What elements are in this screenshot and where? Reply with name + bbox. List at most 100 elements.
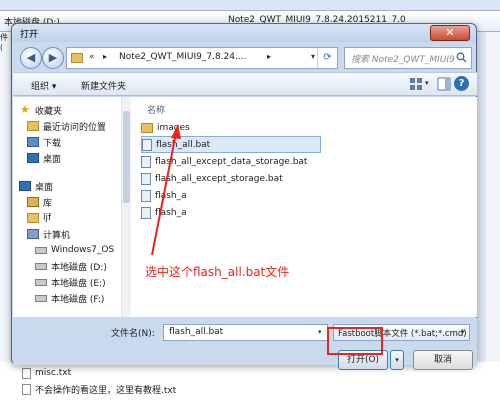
navigation-scrollbar[interactable] — [121, 97, 131, 317]
nav-label: 本地磁盘 (D:) — [51, 262, 107, 273]
nav-favorites[interactable]: ★ 收藏夹 — [19, 103, 62, 117]
search-input[interactable]: 搜索 Note2_QWT_MIUI9_7... — [344, 47, 472, 69]
file-row-flash-a-2[interactable]: flash_a — [141, 204, 321, 221]
dialog-title-bar[interactable]: 打开 ✕ — [12, 24, 476, 42]
annotation-instruction: 选中这个flash_all.bat文件 — [145, 265, 290, 279]
nav-drive-e[interactable]: 本地磁盘 (E:) — [35, 275, 106, 289]
nav-drive-d[interactable]: 本地磁盘 (D:) — [35, 259, 107, 273]
file-row-except-storage[interactable]: flash_all_except_storage.bat — [141, 170, 321, 187]
file-name: flash_all_except_storage.bat — [155, 173, 283, 184]
nav-label: 下载 — [43, 138, 62, 149]
drive-icon — [35, 246, 47, 254]
file-label: misc.txt — [35, 368, 72, 378]
desktop-icon — [27, 153, 39, 163]
file-name: flash_a — [155, 190, 187, 201]
file-name: flash_a — [155, 207, 187, 218]
nav-recent[interactable]: 最近访问的位置 — [27, 119, 106, 133]
bat-file-icon — [141, 172, 151, 185]
dialog-body: ★ 收藏夹 最近访问的位置 下载 桌面 桌面 库 ljf 计算机 Windows… — [13, 97, 477, 317]
background-file-misc[interactable]: misc.txt — [22, 366, 71, 380]
back-button[interactable]: ◀ — [20, 47, 42, 69]
nav-label: 桌面 — [43, 154, 62, 165]
navigation-pane: ★ 收藏夹 最近访问的位置 下载 桌面 桌面 库 ljf 计算机 Windows… — [13, 97, 121, 317]
address-overflow-chevron[interactable]: « — [89, 52, 95, 62]
new-folder-button[interactable]: 新建文件夹 — [81, 79, 126, 92]
address-dropdown-icon[interactable]: ▾ — [311, 52, 315, 61]
search-placeholder: 搜索 Note2_QWT_MIUI9_7... — [351, 55, 455, 65]
address-bar[interactable]: « ▸ Note2_QWT_MIUI9_7.8.24.... ▸ ▾ ⟳ — [66, 47, 338, 69]
desktop-icon — [19, 181, 31, 191]
drive-icon — [35, 278, 47, 286]
dialog-toolbar: 组织 ▾ 新建文件夹 ▾ ? — [13, 72, 477, 96]
filename-dropdown-icon[interactable]: ▾ — [318, 328, 322, 336]
filename-input[interactable]: flash_all.bat — [163, 324, 328, 341]
address-arrow-icon[interactable]: ▸ — [267, 52, 271, 61]
cancel-button[interactable]: 取消 — [413, 350, 473, 370]
scrollbar-thumb[interactable] — [123, 111, 130, 203]
background-right-strip — [486, 32, 500, 362]
file-row-flash-a-1[interactable]: flash_a — [141, 187, 321, 204]
nav-desktop-favorite[interactable]: 桌面 — [27, 151, 61, 165]
nav-desktop[interactable]: 桌面 — [19, 179, 53, 193]
bat-file-icon — [141, 155, 151, 168]
file-row-images[interactable]: images — [141, 119, 321, 136]
nav-downloads[interactable]: 下载 — [27, 135, 61, 149]
nav-library[interactable]: 库 — [27, 195, 52, 209]
background-left-strip: 件( — [0, 32, 10, 362]
file-row-flash-all[interactable]: flash_all.bat — [141, 136, 321, 153]
dialog-title: 打开 — [20, 30, 39, 40]
nav-label: Windows7_OS — [51, 245, 115, 255]
nav-drive-f[interactable]: 本地磁盘 (F:) — [35, 291, 104, 305]
folder-icon — [141, 122, 153, 133]
address-path[interactable]: Note2_QWT_MIUI9_7.8.24.... — [119, 52, 246, 62]
bat-file-icon — [142, 138, 152, 151]
library-icon — [27, 197, 39, 207]
nav-drive-c[interactable]: Windows7_OS — [35, 243, 114, 257]
file-type-dropdown-icon[interactable]: ▾ — [461, 328, 465, 336]
folder-icon — [71, 53, 83, 63]
background-file-tutorial[interactable]: 不会操作的看这里，这里有教程.txt — [22, 382, 176, 396]
nav-label: 本地磁盘 (F:) — [51, 294, 105, 305]
recent-places-icon — [27, 121, 39, 131]
drive-icon — [35, 294, 47, 302]
search-icon[interactable] — [456, 52, 467, 63]
view-options-icon[interactable] — [409, 77, 423, 91]
file-name: flash_all_except_data_storage.bat — [155, 156, 308, 167]
nav-computer[interactable]: 计算机 — [27, 227, 70, 241]
open-file-dialog: 打开 ✕ ◀ ▶ « ▸ Note2_QWT_MIUI9_7.8.24.... … — [11, 23, 477, 370]
file-name: images — [157, 122, 190, 133]
bat-file-icon — [141, 206, 151, 219]
txt-file-icon — [22, 367, 31, 379]
txt-file-icon — [22, 383, 31, 395]
star-icon: ★ — [20, 103, 30, 116]
bat-file-icon — [141, 189, 151, 202]
nav-label: 库 — [43, 198, 53, 209]
dialog-footer: 文件名(N): flash_all.bat ▾ Fastboot脚本文件 (*.… — [13, 318, 477, 370]
close-button[interactable]: ✕ — [430, 25, 470, 41]
name-column-header[interactable]: 名称 — [147, 103, 165, 116]
user-folder-icon — [27, 213, 39, 223]
file-label: 不会操作的看这里，这里有教程.txt — [35, 385, 177, 396]
filename-label: 文件名(N): — [111, 329, 155, 339]
address-arrow-icon[interactable]: ▸ — [103, 52, 107, 61]
open-options-dropdown[interactable]: ▾ — [390, 350, 404, 370]
refresh-icon[interactable]: ⟳ — [317, 48, 337, 68]
preview-pane-icon[interactable] — [437, 77, 451, 91]
file-name: flash_all.bat — [156, 139, 211, 150]
download-icon — [27, 137, 39, 147]
navigation-row: ◀ ▶ « ▸ Note2_QWT_MIUI9_7.8.24.... ▸ ▾ ⟳… — [18, 46, 472, 70]
open-button-highlight — [327, 327, 383, 355]
nav-label: 本地磁盘 (E:) — [51, 278, 106, 289]
file-list-pane: 名称 images flash_all.bat flash_all_except… — [131, 97, 477, 317]
help-icon[interactable]: ? — [454, 76, 469, 91]
background-partial-label: 件( — [0, 33, 8, 52]
nav-label: 计算机 — [43, 230, 71, 241]
view-dropdown-icon[interactable]: ▾ — [425, 79, 429, 87]
nav-user[interactable]: ljf — [27, 211, 51, 225]
forward-button[interactable]: ▶ — [42, 47, 64, 69]
drive-icon — [35, 262, 47, 270]
nav-label: 收藏夹 — [35, 106, 63, 117]
nav-label: 桌面 — [35, 182, 54, 193]
file-row-except-data-storage[interactable]: flash_all_except_data_storage.bat — [141, 153, 321, 170]
organize-menu[interactable]: 组织 ▾ — [31, 79, 56, 92]
